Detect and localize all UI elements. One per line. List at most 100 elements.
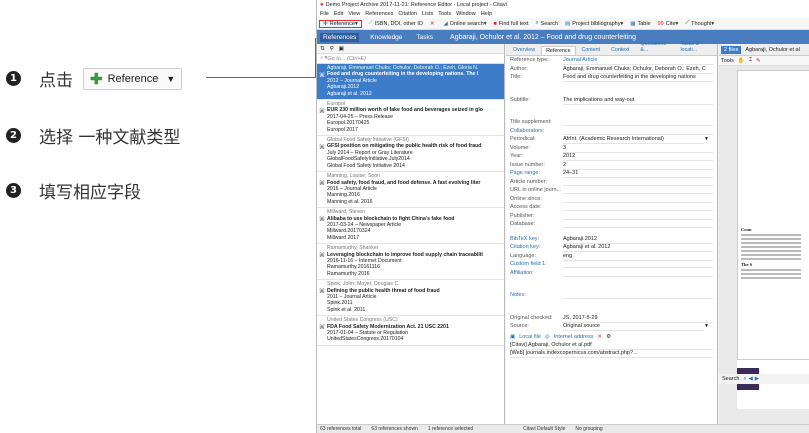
cite-button[interactable]: 99 Cite ▾ xyxy=(658,21,679,27)
delete-icon[interactable]: ✕ xyxy=(597,334,602,340)
affiliation-input[interactable] xyxy=(563,270,713,277)
add-reference-button[interactable]: ✚ Reference ▾ xyxy=(319,19,362,28)
menu-tools[interactable]: Tools xyxy=(438,11,451,17)
language-input[interactable]: eng xyxy=(563,253,713,261)
isbn-doi-button[interactable]: ⟋ ISBN, DOI, other ID xyxy=(369,20,423,27)
preview-tools-menu[interactable]: Tools xyxy=(721,58,734,64)
chevron-down-icon[interactable]: ▼ xyxy=(704,136,709,143)
menu-lists[interactable]: Lists xyxy=(422,11,433,17)
attachment-row[interactable]: [Web] journals.indexcopernicus.com/abstr… xyxy=(510,350,713,359)
hand-icon[interactable]: ✋ xyxy=(738,58,745,64)
filter-icon[interactable]: ⚲ xyxy=(330,46,334,52)
list-item[interactable]: ⌘ Ramamurthy, Shanker Leveraging blockch… xyxy=(317,244,504,281)
local-file-link[interactable]: Local file xyxy=(519,334,541,340)
field-label[interactable]: Notes: xyxy=(510,292,563,299)
thought-button[interactable]: ⟋ Thought ▾ xyxy=(685,20,714,27)
list-item[interactable]: ⌘ Manning, Louise; Soon Food safety, foo… xyxy=(317,172,504,209)
field-label[interactable]: Collaborators: xyxy=(510,128,563,135)
highlight-icon[interactable]: ✎ xyxy=(756,58,761,64)
status-selected: 1 reference selected xyxy=(427,426,474,432)
menu-citation[interactable]: Citation xyxy=(398,11,417,17)
list-item[interactable]: ⌘ Europol EUR 230 million worth of fake … xyxy=(317,100,504,137)
remove-button[interactable]: ✕ xyxy=(430,21,437,27)
ref-citation: Global Food Safety Initiative 2014 xyxy=(327,162,405,169)
title-supplement-input[interactable] xyxy=(563,119,713,126)
select-icon[interactable]: ⌶ xyxy=(749,57,752,64)
sort-icon[interactable]: ⇅ xyxy=(320,46,325,52)
attachment-file-2[interactable]: [Web] journals.indexcopernicus.com/abstr… xyxy=(510,350,713,358)
search-button[interactable]: ⌕ Search xyxy=(535,20,558,27)
article-number-input[interactable] xyxy=(563,179,713,186)
preview-search-label[interactable]: Search xyxy=(722,376,739,382)
database-input[interactable] xyxy=(563,221,713,228)
online-search-button[interactable]: ◢ Online search ▾ xyxy=(444,21,487,27)
tab-context[interactable]: Context xyxy=(606,45,634,55)
periodical-input[interactable]: AfrInt. (Academic Research International… xyxy=(563,136,705,144)
publisher-input[interactable] xyxy=(563,213,713,220)
view-icon[interactable]: ▣ xyxy=(339,46,344,52)
text-line xyxy=(741,277,801,279)
previous-icon[interactable]: ◀ xyxy=(749,376,753,382)
source-select[interactable]: Original source xyxy=(563,323,705,331)
goto-search-input[interactable]: Go to... (Ctrl+E) xyxy=(327,56,366,62)
tab-tasks-locations[interactable]: Tasks & locati... xyxy=(675,39,716,55)
citation-key-input[interactable]: Agbaraji et al. 2012 xyxy=(563,244,713,252)
tab-tasks[interactable]: Tasks xyxy=(413,33,436,42)
list-item[interactable]: ⌘ United States Congress (USC) FDA Food … xyxy=(317,316,504,346)
field-label[interactable]: Page range: xyxy=(510,170,563,177)
year-input[interactable]: 2012 xyxy=(563,153,713,161)
page-range-input[interactable]: 24–31 xyxy=(563,170,713,178)
bibtex-key-input[interactable]: Agbaraji.2012 xyxy=(563,236,713,244)
custom-field-1-input[interactable] xyxy=(563,261,713,268)
status-citation-style[interactable]: Citavi Default Style xyxy=(523,426,565,432)
tab-quotations[interactable]: Quotations &... xyxy=(635,39,674,55)
reference-type-value[interactable]: Journal Article xyxy=(563,57,713,65)
attachment-icon: ⌘ xyxy=(319,217,325,224)
chevron-down-icon[interactable]: ▼ xyxy=(704,323,709,330)
internet-address-link[interactable]: Internet address xyxy=(554,334,594,340)
field-label[interactable]: Affiliation: xyxy=(510,270,563,277)
next-icon[interactable]: ▶ xyxy=(755,376,759,382)
author-input[interactable]: Agbaraji, Emmanuel Chuks; Ochulor, Debor… xyxy=(563,66,713,74)
volume-input[interactable]: 3 xyxy=(563,145,713,153)
online-since-input[interactable] xyxy=(563,196,713,203)
menu-edit[interactable]: Edit xyxy=(334,11,343,17)
issue-input[interactable]: 2 xyxy=(563,162,713,170)
files-dropdown[interactable]: 2 files xyxy=(721,45,742,54)
menu-window[interactable]: Window xyxy=(456,11,476,17)
list-item[interactable]: ⌘ Global Food Safety Initiative (GFSI) G… xyxy=(317,136,504,173)
field-label[interactable]: Citation key: xyxy=(510,244,563,251)
table-button[interactable]: ▦ Table xyxy=(630,21,650,27)
tab-content[interactable]: Content xyxy=(577,45,606,55)
list-item[interactable]: ⌘ Agbaraji, Emmanuel Chuks; Ochulor, Deb… xyxy=(317,64,504,101)
menu-file[interactable]: File xyxy=(320,11,329,17)
attachment-file-1[interactable]: [Citavi] Agbaraji, Ochulor et al.pdf xyxy=(510,342,713,350)
text-line xyxy=(741,269,801,271)
list-toolbar: ⇅ ⚲ ▣ xyxy=(317,44,504,54)
settings-icon[interactable]: ⚙ xyxy=(606,334,611,340)
find-full-text-button[interactable]: ■ Find full text xyxy=(493,21,528,27)
collaborators-input[interactable] xyxy=(563,128,713,135)
menu-view[interactable]: View xyxy=(348,11,360,17)
tab-overview[interactable]: Overview xyxy=(508,45,540,55)
attachment-row[interactable]: [Citavi] Agbaraji, Ochulor et al.pdf xyxy=(510,342,713,351)
field-label[interactable]: Custom field 1: xyxy=(510,261,563,268)
list-item[interactable]: ⌘ Spink, John; Moyer, Douglas C. Definin… xyxy=(317,280,504,317)
access-date-input[interactable] xyxy=(563,204,713,211)
tab-knowledge[interactable]: Knowledge xyxy=(367,33,405,42)
url-input[interactable] xyxy=(563,187,713,194)
status-grouping[interactable]: No grouping xyxy=(575,426,602,432)
subtitle-input[interactable]: The implications and way-out xyxy=(563,97,713,105)
original-checked-input[interactable]: JS, 2017-5-29 xyxy=(563,315,713,323)
project-bibliography-button[interactable]: ▤ Project bibliography ▾ xyxy=(565,21,623,27)
list-item[interactable]: ⌘ Millward, Steven Alibaba to use blockc… xyxy=(317,208,504,245)
menu-references[interactable]: References xyxy=(365,11,393,17)
search-icon[interactable]: ⌕ xyxy=(743,376,746,383)
field-label[interactable]: BibTeX key: xyxy=(510,236,563,243)
tab-reference[interactable]: Reference xyxy=(541,46,576,55)
tab-references[interactable]: References xyxy=(320,32,360,42)
menu-help[interactable]: Help xyxy=(481,11,492,17)
title-input[interactable]: Food and drug counterfeiting in the deve… xyxy=(563,74,713,82)
notes-input[interactable] xyxy=(563,292,713,299)
